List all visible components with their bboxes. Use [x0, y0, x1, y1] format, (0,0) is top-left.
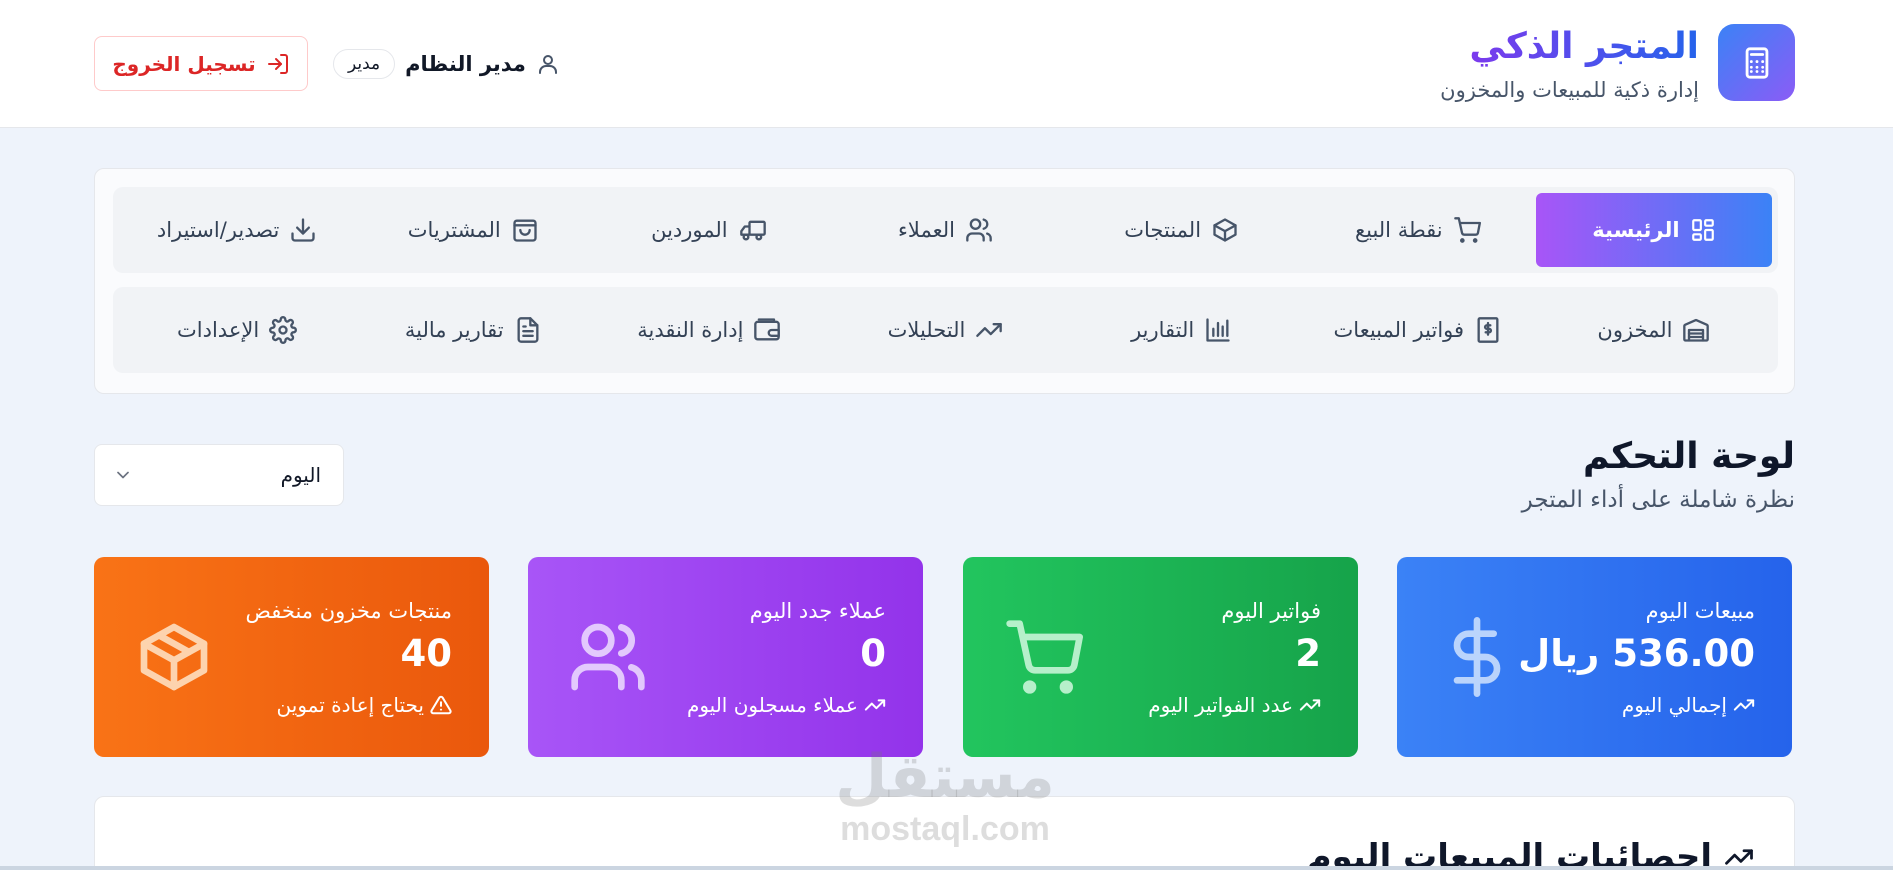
card-note: يحتاج إعادة تموين: [277, 693, 452, 717]
warehouse-icon: [1682, 316, 1710, 344]
card-today-invoices: فواتير اليوم 2 عدد الفواتير اليوم: [963, 557, 1358, 757]
nav-item-label: العملاء: [898, 218, 955, 242]
truck-icon: [738, 216, 768, 244]
card-new-customers: عملاء جدد اليوم 0 عملاء مسجلون اليوم: [528, 557, 923, 757]
card-label: منتجات مخزون منخفض: [245, 599, 452, 623]
warning-icon: [430, 694, 452, 716]
dashboard-grid-icon: [1690, 217, 1716, 243]
user-icon: [536, 52, 560, 76]
nav-item-label: المشتريات: [407, 218, 501, 242]
sales-stats-panel: إحصائيات المبيعات اليوم: [94, 796, 1795, 870]
nav-item-pos[interactable]: نقطة البيع: [1300, 193, 1536, 267]
nav-item-export-import[interactable]: تصدير/استيراد: [119, 193, 355, 267]
app-subtitle: إدارة ذكية للمبيعات والمخزون: [1440, 78, 1699, 102]
card-value: 2: [1295, 632, 1321, 675]
trending-up-icon: [975, 316, 1003, 344]
card-label: مبيعات اليوم: [1645, 599, 1755, 623]
card-value: 40: [400, 632, 453, 675]
user-name: مدير النظام: [405, 52, 526, 76]
card-note: عملاء مسجلون اليوم: [687, 693, 886, 717]
card-note: إجمالي اليوم: [1622, 693, 1755, 717]
dollar-icon: [1437, 617, 1517, 697]
nav-item-products[interactable]: المنتجات: [1064, 193, 1300, 267]
cart-icon: [1003, 617, 1083, 697]
card-note-text: عملاء مسجلون اليوم: [686, 693, 858, 717]
nav-item-label: إدارة النقدية: [637, 318, 744, 342]
card-note-text: يحتاج إعادة تموين: [276, 693, 424, 717]
nav-item-suppliers[interactable]: الموردين: [591, 193, 827, 267]
page-subtitle: نظرة شاملة على أداء المتجر: [1521, 487, 1795, 513]
cart-icon: [1453, 216, 1481, 244]
user-info: مدير النظام مدير: [333, 46, 560, 82]
receipt-icon: [1474, 316, 1502, 344]
card-label: عملاء جدد اليوم: [749, 599, 886, 623]
nav-item-financial-reports[interactable]: تقارير مالية: [355, 293, 591, 367]
period-select[interactable]: اليوم: [94, 444, 344, 506]
nav-item-inventory[interactable]: المخزون: [1536, 293, 1772, 367]
settings-icon: [269, 316, 298, 344]
role-badge: مدير: [333, 49, 396, 79]
nav-item-label: المنتجات: [1124, 218, 1202, 242]
calculator-icon: [1718, 24, 1795, 101]
window-bottom-edge: [0, 866, 1893, 870]
top-header: المتجر الذكي إدارة ذكية للمبيعات والمخزو…: [0, 0, 1893, 128]
nav-item-label: نقطة البيع: [1354, 218, 1443, 242]
nav-item-label: المخزون: [1597, 318, 1673, 342]
page-title: لوحة التحكم: [1582, 436, 1795, 477]
card-today-sales: مبيعات اليوم 536.00 ريال إجمالي اليوم: [1397, 557, 1792, 757]
card-value: 536.00 ريال: [1518, 632, 1755, 675]
users-icon: [965, 216, 993, 244]
nav-item-label: الرئيسية: [1592, 218, 1680, 242]
nav-item-reports[interactable]: التقارير: [1064, 293, 1300, 367]
nav-item-analytics[interactable]: التحليلات: [827, 293, 1063, 367]
trending-up-icon: [1299, 694, 1321, 716]
trending-up-icon: [1733, 694, 1755, 716]
nav-item-label: التقارير: [1131, 318, 1195, 342]
main-navigation: الرئيسية نقطة البيع المنتجات العملاء الم…: [94, 168, 1795, 394]
card-note: عدد الفواتير اليوم: [1148, 693, 1321, 717]
users-icon: [568, 617, 648, 697]
nav-row-primary: الرئيسية نقطة البيع المنتجات العملاء الم…: [113, 187, 1778, 273]
nav-item-label: تصدير/استيراد: [156, 218, 280, 242]
package-icon: [1211, 216, 1239, 244]
card-low-stock: منتجات مخزون منخفض 40 يحتاج إعادة تموين: [94, 557, 489, 757]
card-note-text: إجمالي اليوم: [1621, 693, 1727, 717]
card-note-text: عدد الفواتير اليوم: [1148, 693, 1293, 717]
nav-item-label: فواتير المبيعات: [1333, 318, 1465, 342]
nav-item-label: تقارير مالية: [404, 318, 504, 342]
file-text-icon: [514, 316, 542, 344]
card-label: فواتير اليوم: [1221, 599, 1321, 623]
bar-chart-icon: [1204, 316, 1232, 344]
nav-item-customers[interactable]: العملاء: [827, 193, 1063, 267]
nav-item-label: الموردين: [651, 218, 728, 242]
nav-item-settings[interactable]: الإعدادات: [119, 293, 355, 367]
nav-item-label: الإعدادات: [177, 318, 260, 342]
logout-label: تسجيل الخروج: [112, 51, 256, 76]
wallet-icon: [753, 316, 781, 344]
card-value: 0: [860, 632, 886, 675]
app-title: المتجر الذكي: [1469, 26, 1699, 67]
shopping-bag-icon: [511, 216, 539, 244]
logout-button[interactable]: تسجيل الخروج: [94, 36, 308, 91]
trending-up-icon: [864, 694, 886, 716]
download-icon: [289, 216, 317, 244]
nav-item-sales-invoices[interactable]: فواتير المبيعات: [1300, 293, 1536, 367]
nav-item-label: التحليلات: [887, 318, 966, 342]
nav-item-cash-management[interactable]: إدارة النقدية: [591, 293, 827, 367]
chevron-down-icon: [113, 465, 133, 485]
nav-row-secondary: المخزون فواتير المبيعات التقارير التحليل…: [113, 287, 1778, 373]
logout-icon: [266, 52, 290, 76]
period-select-value: اليوم: [280, 463, 321, 487]
nav-item-home[interactable]: الرئيسية: [1535, 193, 1772, 267]
nav-item-purchases[interactable]: المشتريات: [355, 193, 591, 267]
package-icon: [134, 617, 214, 697]
